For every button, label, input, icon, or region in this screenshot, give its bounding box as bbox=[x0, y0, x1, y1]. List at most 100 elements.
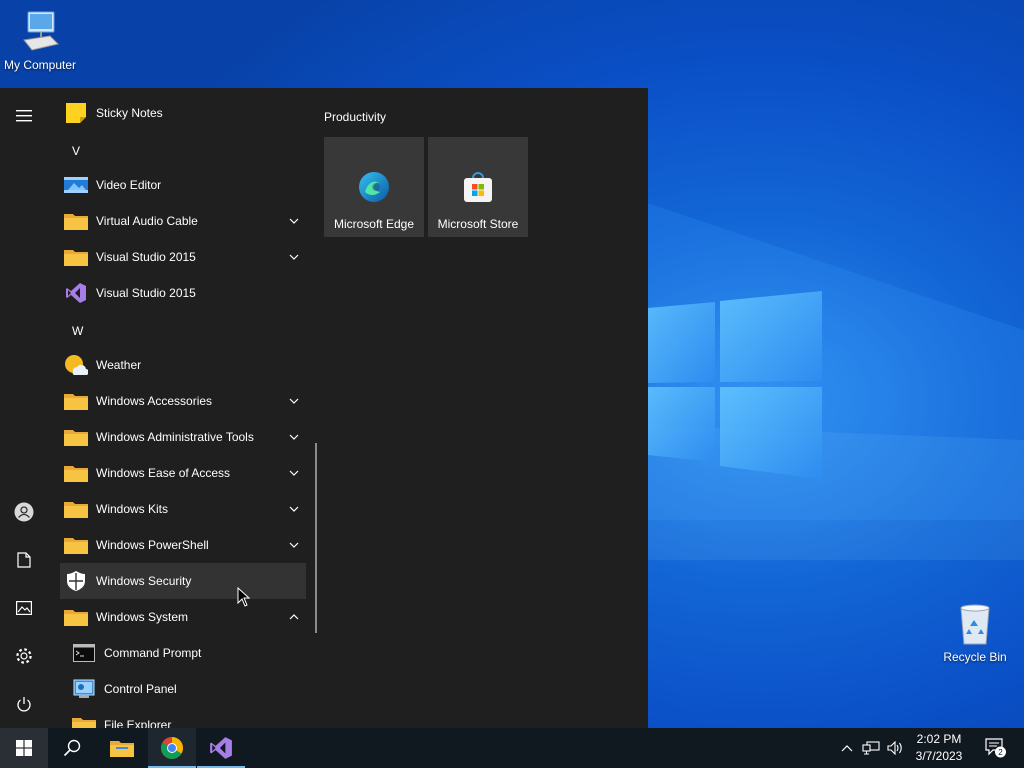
desktop-icon-recycle-bin[interactable]: Recycle Bin bbox=[935, 602, 1015, 664]
desktop-icon-label: My Computer bbox=[3, 58, 77, 72]
app-label: Visual Studio 2015 bbox=[96, 286, 196, 300]
visual-studio-icon bbox=[66, 283, 86, 303]
pictures-button[interactable] bbox=[0, 588, 48, 628]
folder-label: Windows Kits bbox=[96, 502, 169, 516]
store-icon bbox=[464, 172, 492, 202]
chevron-up-icon bbox=[841, 745, 853, 752]
start-menu-rail bbox=[0, 88, 48, 728]
folder-icon bbox=[64, 250, 88, 266]
chrome-button[interactable] bbox=[148, 728, 196, 768]
folder-windows-system[interactable]: Windows System bbox=[60, 599, 306, 635]
documents-icon bbox=[17, 552, 31, 568]
notification-icon: 2 bbox=[985, 738, 1006, 758]
network-icon bbox=[862, 741, 880, 755]
show-hidden-icons-button[interactable] bbox=[836, 728, 858, 768]
file-explorer-button[interactable] bbox=[98, 728, 146, 768]
app-label: Windows Security bbox=[96, 574, 192, 588]
chevron-up-icon bbox=[289, 614, 299, 620]
chevron-down-icon bbox=[289, 254, 299, 260]
taskbar: 2:02 PM 3/7/2023 2 bbox=[0, 728, 1024, 768]
chevron-down-icon bbox=[289, 470, 299, 476]
tile-group-title[interactable]: Productivity bbox=[324, 110, 386, 124]
app-video-editor[interactable]: Video Editor bbox=[60, 167, 306, 203]
search-button[interactable] bbox=[48, 728, 96, 768]
tile-microsoft-edge[interactable]: Microsoft Edge bbox=[324, 137, 424, 237]
folder-visual-studio-2015[interactable]: Visual Studio 2015 bbox=[60, 239, 306, 275]
chevron-down-icon bbox=[289, 218, 299, 224]
folder-windows-accessories[interactable]: Windows Accessories bbox=[60, 383, 306, 419]
app-sticky-notes[interactable]: Sticky Notes bbox=[60, 95, 306, 131]
hamburger-menu-icon bbox=[16, 110, 32, 122]
speaker-volume-icon bbox=[887, 741, 902, 755]
start-menu: Sticky Notes V Video Editor Virtual Audi… bbox=[0, 88, 648, 728]
app-command-prompt[interactable]: Command Prompt bbox=[68, 635, 306, 671]
start-button[interactable] bbox=[0, 728, 48, 768]
recycle-bin-icon bbox=[960, 604, 990, 645]
user-account-button[interactable] bbox=[0, 492, 48, 532]
network-button[interactable] bbox=[860, 728, 882, 768]
folder-icon bbox=[64, 430, 88, 446]
folder-windows-administrative-tools[interactable]: Windows Administrative Tools bbox=[60, 419, 306, 455]
app-file-explorer[interactable]: File Explorer bbox=[68, 707, 306, 728]
chevron-down-icon bbox=[289, 542, 299, 548]
pictures-icon bbox=[16, 601, 32, 615]
folder-label: Windows Administrative Tools bbox=[96, 430, 254, 444]
visual-studio-button[interactable] bbox=[197, 728, 245, 768]
clock-date: 3/7/2023 bbox=[915, 749, 963, 763]
app-list: Sticky Notes V Video Editor Virtual Audi… bbox=[48, 88, 312, 728]
folder-virtual-audio-cable[interactable]: Virtual Audio Cable bbox=[60, 203, 306, 239]
chevron-down-icon bbox=[289, 434, 299, 440]
app-label: Sticky Notes bbox=[96, 106, 163, 120]
weather-icon bbox=[65, 355, 88, 375]
folder-icon bbox=[64, 538, 88, 554]
desktop-icon-my-computer[interactable]: My Computer bbox=[0, 10, 80, 72]
visual-studio-icon bbox=[210, 737, 232, 759]
folder-icon bbox=[64, 214, 88, 230]
settings-button[interactable] bbox=[0, 636, 48, 676]
mouse-cursor-icon bbox=[237, 587, 251, 607]
folder-label: Windows System bbox=[96, 610, 189, 624]
chevron-down-icon bbox=[289, 398, 299, 404]
documents-button[interactable] bbox=[0, 540, 48, 580]
app-weather[interactable]: Weather bbox=[60, 347, 306, 383]
expand-menu-button[interactable] bbox=[0, 96, 48, 136]
shield-icon bbox=[67, 571, 85, 591]
folder-windows-kits[interactable]: Windows Kits bbox=[60, 491, 306, 527]
search-icon bbox=[63, 739, 81, 757]
system-clock[interactable]: 2:02 PM 3/7/2023 bbox=[906, 731, 972, 765]
tile-microsoft-store[interactable]: Microsoft Store bbox=[428, 137, 528, 237]
desktop-icon-label: Recycle Bin bbox=[943, 650, 1007, 664]
folder-windows-ease-of-access[interactable]: Windows Ease of Access bbox=[60, 455, 306, 491]
folder-icon bbox=[64, 394, 88, 410]
app-visual-studio-2015[interactable]: Visual Studio 2015 bbox=[60, 275, 306, 311]
app-label: Video Editor bbox=[96, 178, 162, 192]
folder-icon bbox=[64, 502, 88, 518]
folder-label: Visual Studio 2015 bbox=[96, 250, 196, 264]
app-label: Control Panel bbox=[104, 682, 177, 696]
chrome-icon bbox=[161, 737, 183, 759]
edge-icon bbox=[359, 172, 389, 202]
clock-time: 2:02 PM bbox=[916, 732, 962, 746]
app-list-scrollbar[interactable] bbox=[315, 443, 317, 633]
tile-label: Microsoft Store bbox=[437, 217, 519, 231]
chevron-down-icon bbox=[289, 506, 299, 512]
app-control-panel[interactable]: Control Panel bbox=[68, 671, 306, 707]
app-windows-security[interactable]: Windows Security bbox=[60, 563, 306, 599]
windows-logo-icon bbox=[16, 740, 32, 756]
folder-label: Windows Accessories bbox=[96, 394, 213, 408]
volume-button[interactable] bbox=[884, 728, 906, 768]
action-center-button[interactable]: 2 bbox=[976, 728, 1016, 768]
power-button[interactable] bbox=[0, 684, 48, 724]
letter-header-v[interactable]: V bbox=[72, 144, 80, 158]
power-icon bbox=[17, 697, 31, 712]
tile-label: Microsoft Edge bbox=[333, 217, 415, 231]
folder-label: Windows PowerShell bbox=[96, 538, 209, 552]
control-panel-icon bbox=[73, 679, 95, 698]
letter-header-w[interactable]: W bbox=[72, 324, 83, 338]
folder-windows-powershell[interactable]: Windows PowerShell bbox=[60, 527, 306, 563]
settings-gear-icon bbox=[16, 648, 32, 664]
app-label: File Explorer bbox=[104, 718, 172, 728]
app-label: Weather bbox=[96, 358, 142, 372]
file-explorer-icon bbox=[72, 718, 96, 728]
app-label: Command Prompt bbox=[104, 646, 202, 660]
